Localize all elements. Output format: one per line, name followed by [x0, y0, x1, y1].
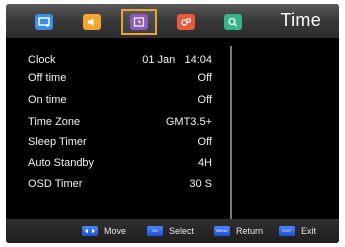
setting-label: Time Zone	[28, 116, 81, 128]
setting-time-zone[interactable]: Time Zone GMT3.5+	[28, 116, 212, 134]
setting-sleep-timer[interactable]: Sleep Timer Off	[28, 136, 212, 154]
hint-select: OK Select	[147, 224, 194, 238]
setting-osd-timer[interactable]: OSD Timer 30 S	[28, 178, 212, 196]
panel-divider	[230, 46, 232, 222]
setting-label: Sleep Timer	[28, 136, 87, 148]
tab-picture[interactable]	[26, 9, 62, 35]
picture-icon	[35, 14, 53, 30]
setting-value: Off	[197, 94, 212, 106]
setting-value: Off	[197, 136, 212, 148]
hint-move: Move	[82, 224, 126, 238]
setting-value: 4H	[197, 157, 212, 169]
hint-exit: EXIT Exit	[279, 224, 316, 238]
search-icon	[224, 14, 242, 30]
settings-panel: Clock 01 Jan 14:04 Off time Off On time …	[6, 38, 339, 222]
tab-setup[interactable]	[168, 9, 204, 35]
menu-key-icon: MENU	[214, 226, 230, 236]
sound-icon	[83, 14, 101, 30]
setting-label: Clock	[28, 54, 56, 66]
hint-exit-label: Exit	[301, 226, 317, 236]
setting-label: OSD Timer	[28, 178, 83, 190]
setting-on-time[interactable]: On time Off	[28, 94, 212, 112]
setting-label: Auto Standby	[28, 157, 95, 169]
setting-label: Off time	[28, 72, 67, 84]
hint-bar: Move OK Select MENU Return EXIT Exit	[6, 219, 339, 243]
setting-label: On time	[28, 94, 67, 106]
setting-auto-standby[interactable]: Auto Standby 4H	[28, 157, 212, 175]
osd-menu-frame: Time Clock 01 Jan 14:04 Off time Off On …	[6, 4, 339, 243]
setting-value: GMT3.5+	[165, 116, 212, 128]
ok-key-icon: OK	[147, 226, 163, 236]
exit-key-icon: EXIT	[279, 226, 295, 236]
setup-icon	[177, 14, 195, 30]
move-arrows-icon	[82, 226, 98, 236]
hint-return: MENU Return	[214, 224, 263, 238]
hint-move-label: Move	[104, 226, 127, 236]
tab-sound[interactable]	[74, 9, 110, 35]
time-icon	[130, 14, 148, 30]
setting-value: 01 Jan 14:04	[142, 54, 212, 66]
hint-select-label: Select	[169, 226, 195, 236]
setting-off-time[interactable]: Off time Off	[28, 72, 212, 90]
tab-time[interactable]	[121, 9, 157, 35]
menu-tab-bar: Time	[6, 4, 339, 38]
setting-value: Off	[197, 72, 212, 84]
page-title: Time	[280, 10, 321, 30]
hint-return-label: Return	[236, 226, 264, 236]
setting-clock[interactable]: Clock 01 Jan 14:04	[28, 54, 212, 72]
tab-search[interactable]	[215, 9, 251, 35]
setting-value: 30 S	[189, 178, 212, 190]
